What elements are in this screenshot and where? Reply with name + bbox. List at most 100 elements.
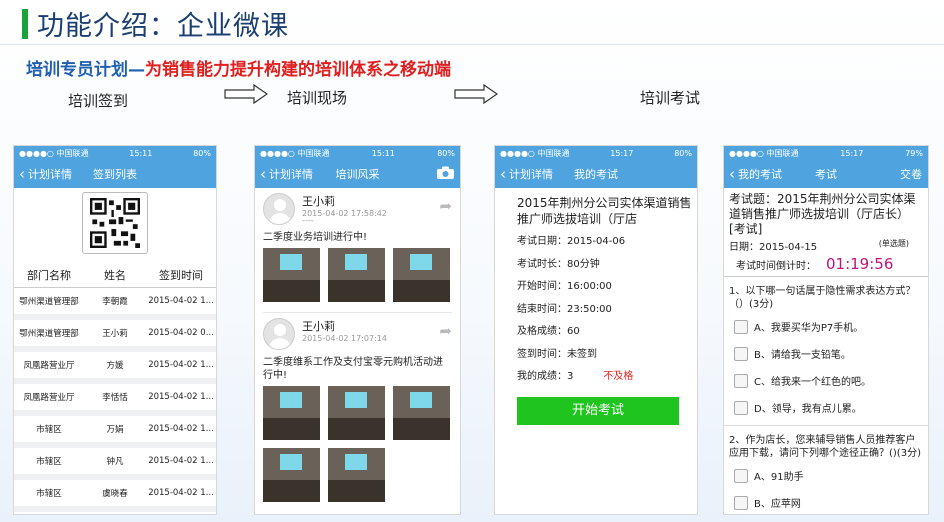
photo-thumbnail[interactable] xyxy=(263,386,320,440)
cell-time: 2015-04-02 0... xyxy=(148,328,214,338)
exam-date: 日期：2015-04-15 xyxy=(729,242,818,253)
step-label-onsite: 培训现场 xyxy=(287,89,348,107)
checkbox[interactable] xyxy=(734,319,748,334)
table-row[interactable]: 市辖区 钟凡 2015-04-02 1... xyxy=(14,448,216,480)
title-divider xyxy=(0,44,944,45)
cell-name: 李恬恬 xyxy=(102,393,128,403)
battery-label: 79% xyxy=(905,148,923,158)
cell-name: 虞晓春 xyxy=(102,489,128,499)
post-text: 二季度维系工作及支付宝零元购机活动进行中! xyxy=(263,357,443,381)
qr-code-icon xyxy=(82,192,148,254)
nav-bar: ‹ 计划详情 培训风采 xyxy=(255,160,460,188)
photo-grid xyxy=(263,386,452,502)
exam-start-time: 开始时间：16:00:00 xyxy=(517,281,612,292)
submit-button[interactable]: 交卷 xyxy=(900,166,922,182)
back-button[interactable]: ‹ 我的考试 xyxy=(729,166,782,182)
phone-exam-questions: ●●●●○ 中国联通 15:17 79% ‹ 我的考试 考试 交卷 考试题：20… xyxy=(723,145,929,515)
status-time: 15:17 xyxy=(610,148,634,158)
checkbox[interactable] xyxy=(734,495,748,510)
page-title: 功能介绍：企业微课 xyxy=(37,11,289,42)
table-header: 部门名称 姓名 签到时间 xyxy=(14,262,216,288)
battery-label: 80% xyxy=(193,148,211,158)
photo-thumbnail[interactable] xyxy=(328,386,385,440)
checkbox[interactable] xyxy=(734,400,748,415)
chevron-left-icon: ‹ xyxy=(729,164,735,183)
share-icon[interactable]: ➦ xyxy=(439,197,452,215)
table-row[interactable]: 凤凰路营业厅 李恬恬 2015-04-02 1... xyxy=(14,384,216,416)
arrow-right-icon xyxy=(224,84,268,104)
photo-thumbnail[interactable] xyxy=(328,448,385,502)
post-author: 王小莉 xyxy=(302,320,335,333)
status-time: 15:11 xyxy=(129,148,153,158)
back-label: 计划详情 xyxy=(28,168,72,181)
table-row[interactable]: 市辖区 虞晓春 2015-04-02 1... xyxy=(14,480,216,512)
cell-name: 万娟 xyxy=(106,425,124,435)
battery-label: 80% xyxy=(437,148,455,158)
share-icon[interactable]: ➦ xyxy=(439,322,452,340)
status-time: 15:11 xyxy=(371,148,395,158)
answer-option[interactable]: A、91助手 xyxy=(724,462,928,489)
checkbox[interactable] xyxy=(734,373,748,388)
status-bar: ●●●●○ 中国联通 15:17 80% xyxy=(495,146,697,160)
feed-post: 王小莉 2015-04-02 17:07:14 ➦ 二季度维系工作及支付宝零元购… xyxy=(255,313,460,502)
answer-option[interactable]: D、领导，我有点儿累。 xyxy=(724,394,928,421)
cell-time: 2015-04-02 1... xyxy=(148,360,214,370)
photo-thumbnail[interactable] xyxy=(263,248,320,302)
question-text: 1、以下哪一句话属于隐性需求表达方式？（）(3分) xyxy=(729,286,916,310)
exam-duration: 考试时长：80分钟 xyxy=(517,258,600,270)
column-header: 姓名 xyxy=(104,268,126,282)
cell-department: 鄂州渠道管理部 xyxy=(19,297,79,307)
cell-department: 市辖区 xyxy=(36,489,62,499)
cell-time: 2015-04-02 1... xyxy=(148,424,214,434)
back-button[interactable]: ‹ 计划详情 xyxy=(260,166,313,182)
answer-option[interactable]: B、请给我一支铅笔。 xyxy=(724,340,928,367)
post-time: 2015-04-02 17:07:14 xyxy=(302,334,387,343)
cell-time: 2015-04-02 1... xyxy=(148,456,214,466)
post-header: 王小莉 2015-04-02 17:07:14 ➦ xyxy=(263,318,452,350)
exam-my-score: 我的成绩：3 不及格 xyxy=(495,366,697,389)
answer-option[interactable]: A、我要买华为P7手机。 xyxy=(724,313,928,340)
column-header: 签到时间 xyxy=(159,268,203,282)
cell-department: 凤凰路营业厅 xyxy=(23,361,75,371)
option-label: C、给我来一个红色的吧。 xyxy=(754,377,871,388)
cell-name: 钟凡 xyxy=(106,457,124,467)
back-button[interactable]: ‹ 计划详情 xyxy=(500,166,553,182)
back-label: 我的考试 xyxy=(738,168,782,181)
status-bar: ●●●●○ 中国联通 15:11 80% xyxy=(14,146,216,160)
step-label-exam: 培训考试 xyxy=(640,89,701,107)
carrier-label: ●●●●○ 中国联通 xyxy=(19,148,89,158)
table-row[interactable]: 鄂州渠道管理部 王小莉 2015-04-02 0... xyxy=(14,320,216,352)
carrier-label: ●●●●○ 中国联通 xyxy=(500,148,570,158)
answer-option[interactable]: C、给我来一个红色的吧。 xyxy=(724,367,928,394)
photo-thumbnail[interactable] xyxy=(393,248,450,302)
table-row[interactable]: 鄂州渠道管理部 李朝霞 2015-04-02 1... xyxy=(14,288,216,320)
back-button[interactable]: ‹ 计划详情 xyxy=(19,166,72,182)
checkbox[interactable] xyxy=(734,468,748,483)
answer-option[interactable]: B、应苹网 xyxy=(724,489,928,514)
start-exam-button[interactable]: 开始考试 xyxy=(517,396,679,425)
feed-post: 王小莉 2015-04-02 17:58:42 ---- ➦ 二季度业务培训进行… xyxy=(255,188,460,313)
checkbox[interactable] xyxy=(734,346,748,361)
option-label: B、应苹网 xyxy=(754,499,801,510)
status-bar: ●●●●○ 中国联通 15:17 79% xyxy=(724,146,928,160)
avatar xyxy=(263,318,295,350)
nav-bar: ‹ 计划详情 签到列表 xyxy=(14,160,216,188)
table-row[interactable]: 市辖区 万娟 2015-04-02 1... xyxy=(14,416,216,448)
photo-thumbnail[interactable] xyxy=(328,248,385,302)
camera-icon[interactable] xyxy=(437,166,454,182)
phone-checkin-list: ●●●●○ 中国联通 15:11 80% ‹ 计划详情 签到列表 部门名称 姓名… xyxy=(13,145,217,515)
slide-title: 功能介绍：企业微课 xyxy=(22,4,289,43)
status-bar: ●●●●○ 中国联通 15:11 80% xyxy=(255,146,460,160)
exam-end-time: 结束时间：23:50:00 xyxy=(517,303,612,315)
post-divider-dashes: ---- xyxy=(302,216,314,225)
exam-date: 考试日期：2015-04-06 xyxy=(517,236,626,247)
table-row[interactable]: 凤凰路营业厅 方媛 2015-04-02 1... xyxy=(14,352,216,384)
title-accent-bar xyxy=(22,8,28,39)
option-label: A、91助手 xyxy=(754,472,804,483)
photo-thumbnail[interactable] xyxy=(263,448,320,502)
fail-badge: 不及格 xyxy=(603,371,634,382)
cell-time: 2015-04-02 1... xyxy=(148,488,214,498)
photo-thumbnail[interactable] xyxy=(393,386,450,440)
chevron-left-icon: ‹ xyxy=(19,164,25,183)
step-label-checkin: 培训签到 xyxy=(68,92,129,110)
